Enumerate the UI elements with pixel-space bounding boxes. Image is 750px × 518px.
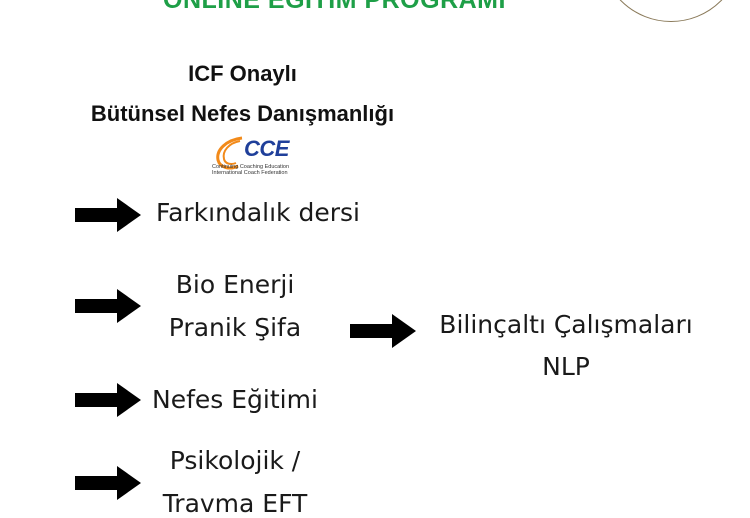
- icf-approved-heading: ICF Onaylı: [188, 61, 297, 86]
- trauma-eft-label: Travma EFT: [162, 489, 308, 518]
- arrow-right-icon: [75, 289, 141, 323]
- psychological-label: Psikolojik /: [169, 446, 301, 475]
- decorative-circle: [600, 0, 742, 22]
- arrow-right-icon: [75, 466, 141, 500]
- arrow-right-icon: [350, 314, 416, 348]
- arrow-right-icon: [75, 383, 141, 417]
- program-title: ONLINE EĞİTİM PROGRAMI: [163, 0, 506, 14]
- arrow-right-icon: [75, 198, 141, 232]
- cce-logo-line2: International Coach Federation: [212, 170, 288, 176]
- awareness-lesson-label: Farkındalık dersi: [156, 198, 360, 227]
- subconscious-work-label: Bilinçaltı Çalışmaları: [439, 310, 693, 339]
- cce-logo-text: CCE: [244, 136, 289, 161]
- nlp-label: NLP: [542, 352, 590, 381]
- breath-training-label: Nefes Eğitimi: [152, 385, 318, 414]
- holistic-breath-heading: Bütünsel Nefes Danışmanlığı: [90, 101, 395, 126]
- pranic-healing-label: Pranik Şifa: [168, 313, 302, 342]
- bio-energy-label: Bio Enerji: [175, 270, 295, 299]
